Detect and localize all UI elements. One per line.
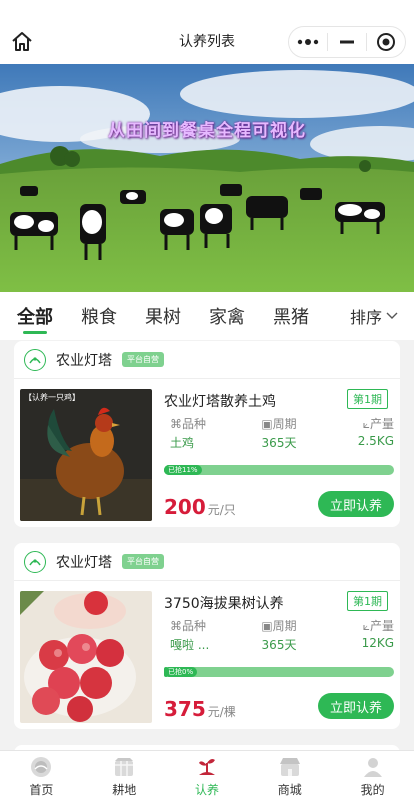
product-card[interactable]: 农业灯塔 平台自营 3750海拔果树认养 第1期 ⌘品种 嘎啦 ... ▣周期 … <box>14 543 400 729</box>
product-image[interactable]: 【认养一只鸡】 <box>20 389 152 521</box>
product-name: 农业灯塔散养土鸡 <box>164 394 276 410</box>
nav-label: 我的 <box>360 783 385 797</box>
price-unit: 元/棵 <box>207 705 236 719</box>
banner-slogan: 从田间到餐桌全程可视化 <box>108 121 306 141</box>
banner[interactable]: 从田间到餐桌全程可视化 <box>0 64 414 292</box>
sort-label: 排序 <box>349 308 382 327</box>
product-name: 3750海拔果树认养 <box>164 596 284 612</box>
adopt-now-button[interactable]: 立即认养 <box>317 491 394 517</box>
price: 375 元/棵 <box>164 697 236 721</box>
progress-label: 已抢0% <box>164 667 198 677</box>
price: 200 元/只 <box>164 495 236 519</box>
shop-icon <box>278 755 302 779</box>
attr-value: 嘎啦 ... <box>170 638 210 652</box>
price-value: 200 <box>164 495 206 519</box>
store-name: 农业灯塔 <box>56 352 112 369</box>
variety-icon: ⌘ <box>170 417 182 431</box>
product-attributes: ⌘品种 嘎啦 ... ▣周期 365天 ⟀产量 12KG <box>164 617 394 653</box>
price-value: 375 <box>164 697 206 721</box>
more-icon[interactable] <box>289 27 327 57</box>
calendar-icon: ▣ <box>261 417 273 431</box>
home-icon[interactable] <box>10 30 34 54</box>
attr-value: 土鸡 <box>170 436 195 450</box>
product-attributes: ⌘品种 土鸡 ▣周期 365天 ⟀产量 2.5KG <box>164 415 394 451</box>
attr-value: 365天 <box>261 436 297 450</box>
mini-program-capsule <box>288 26 406 58</box>
attr-label: 产量 <box>369 417 394 431</box>
store-logo-icon <box>24 550 46 573</box>
product-image[interactable] <box>20 591 152 723</box>
sort-dropdown[interactable]: 排序 <box>350 292 398 340</box>
store-name: 农业灯塔 <box>56 554 112 571</box>
nav-label: 认养 <box>194 783 219 797</box>
attr-label: 产量 <box>369 619 394 633</box>
attr-variety: ⌘品种 嘎啦 ... <box>164 617 240 653</box>
nav-label: 耕地 <box>112 783 137 797</box>
banner-image <box>0 64 414 292</box>
product-card[interactable]: 农业灯塔 平台自营 【认养一只鸡】 农业灯塔散养土鸡 第1期 ⌘品种 土鸡 ▣周… <box>14 341 400 527</box>
period-badge: 第1期 <box>347 591 388 611</box>
adopt-now-button[interactable]: 立即认养 <box>317 693 394 719</box>
progress-label: 已抢11% <box>164 465 202 475</box>
nav-mine[interactable]: 我的 <box>331 751 414 800</box>
self-operated-badge: 平台自营 <box>122 352 164 367</box>
variety-icon: ⌘ <box>170 619 182 633</box>
user-icon <box>361 755 385 779</box>
nav-label: 商城 <box>277 783 302 797</box>
attr-value: 365天 <box>261 638 297 652</box>
home-icon <box>29 755 53 779</box>
tab-fruit-tree[interactable]: 果树 <box>145 292 181 340</box>
nav-home[interactable]: 首页 <box>0 751 83 800</box>
store-logo-icon <box>24 348 46 371</box>
attr-cycle: ▣周期 365天 <box>241 415 317 451</box>
adoption-progress-bar: 已抢0% <box>164 667 394 677</box>
bottom-navigation: 首页 耕地 认养 商城 我的 <box>0 750 414 800</box>
minimize-icon[interactable] <box>328 27 366 57</box>
attr-label: 品种 <box>182 619 207 633</box>
self-operated-badge: 平台自营 <box>122 554 164 569</box>
calendar-icon: ▣ <box>261 619 273 633</box>
top-bar: 认养列表 <box>0 0 414 64</box>
chevron-down-icon <box>386 309 398 323</box>
tab-black-pig[interactable]: 黑猪 <box>273 292 309 340</box>
tab-poultry[interactable]: 家禽 <box>209 292 245 340</box>
image-caption: 【认养一只鸡】 <box>24 393 80 402</box>
nav-adopt[interactable]: 认养 <box>166 751 249 800</box>
attr-value: 12KG <box>361 636 394 650</box>
tab-grain[interactable]: 粮食 <box>81 292 117 340</box>
attr-yield: ⟀产量 2.5KG <box>318 415 394 451</box>
attr-cycle: ▣周期 365天 <box>241 617 317 653</box>
chart-icon: ⟀ <box>362 619 370 633</box>
tab-all[interactable]: 全部 <box>17 292 53 340</box>
attr-variety: ⌘品种 土鸡 <box>164 415 240 451</box>
chart-icon: ⟀ <box>362 417 370 431</box>
close-icon[interactable] <box>367 27 405 57</box>
category-tabs: 全部 粮食 果树 家禽 黑猪 排序 <box>0 292 414 340</box>
card-header: 农业灯塔 平台自营 <box>14 341 400 379</box>
page-title: 认养列表 <box>179 34 235 50</box>
nav-field[interactable]: 耕地 <box>83 751 166 800</box>
card-header: 农业灯塔 平台自营 <box>14 543 400 581</box>
adopt-icon <box>195 755 219 779</box>
attr-label: 品种 <box>182 417 207 431</box>
attr-label: 周期 <box>272 619 297 633</box>
nav-label: 首页 <box>29 783 54 797</box>
price-unit: 元/只 <box>207 503 236 517</box>
attr-yield: ⟀产量 12KG <box>318 617 394 653</box>
nav-shop[interactable]: 商城 <box>248 751 331 800</box>
attr-label: 周期 <box>272 417 297 431</box>
attr-value: 2.5KG <box>357 434 394 448</box>
adoption-progress-bar: 已抢11% <box>164 465 394 475</box>
field-icon <box>112 755 136 779</box>
period-badge: 第1期 <box>347 389 388 409</box>
